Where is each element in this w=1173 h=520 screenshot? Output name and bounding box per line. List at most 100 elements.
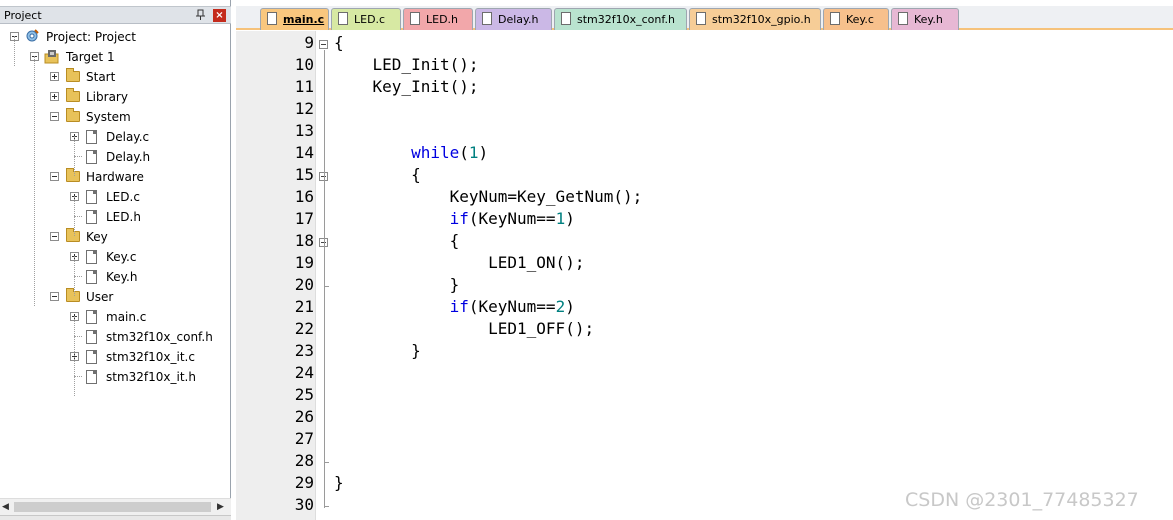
file-icon	[86, 370, 97, 384]
scroll-right-arrow-icon[interactable]: ▶	[217, 502, 227, 512]
code-token: {	[334, 33, 344, 52]
collapse-icon[interactable]	[50, 112, 59, 121]
locked-file-icon	[696, 12, 706, 25]
expand-icon[interactable]	[50, 92, 59, 101]
code-line[interactable]: KeyNum=Key_GetNum();	[334, 187, 643, 206]
tree-connector	[74, 376, 82, 377]
tree-item-label: Start	[86, 70, 116, 84]
code-token: }	[334, 275, 460, 294]
tab-label: Key.h	[914, 13, 943, 26]
file-icon	[86, 270, 97, 284]
scroll-left-arrow-icon[interactable]: ◀	[2, 502, 12, 512]
tree-item-main-c[interactable]: main.c	[0, 306, 228, 326]
file-icon	[86, 130, 97, 144]
code-token: )	[565, 209, 575, 228]
project-icon	[26, 29, 39, 42]
close-icon[interactable]: ×	[213, 9, 226, 22]
tab-label: stm32f10x_gpio.h	[712, 13, 811, 26]
collapse-icon[interactable]	[50, 172, 59, 181]
tree-connector	[74, 156, 82, 157]
project-panel: Project × Project: Project Target 1 Start L…	[0, 0, 231, 520]
code-token: KeyNum=Key_GetNum();	[334, 187, 643, 206]
file-icon	[86, 210, 97, 224]
tree-item-project-project[interactable]: Project: Project	[0, 26, 228, 46]
code-line[interactable]: LED1_OFF();	[334, 319, 594, 338]
code-token: {	[334, 165, 421, 184]
file-icon	[86, 250, 97, 264]
code-editor[interactable]: 9 10 11 12 13 14 15 16 17 18 19 20 21 22 23 24 25 26 27 28 2…	[236, 31, 1173, 520]
collapse-icon[interactable]	[50, 292, 59, 301]
code-line[interactable]: while(1)	[334, 143, 488, 162]
tree-item-label: System	[86, 110, 131, 124]
code-line[interactable]: }	[334, 341, 421, 360]
line-number: 28	[294, 451, 314, 470]
tab-label: LED.h	[426, 13, 459, 26]
keyword-token: while	[411, 143, 460, 162]
editor-tab-bar: main.c LED.c LED.h Delay.h stm32f10x_conf.h s…	[236, 6, 1173, 30]
tree-item-label: LED.h	[106, 210, 141, 224]
code-line[interactable]: if(KeyNum==2)	[334, 297, 575, 316]
number-token: 1	[555, 209, 566, 228]
tree-item-label: Hardware	[86, 170, 144, 184]
tree-item-label: Key.h	[106, 270, 138, 284]
tab-key-h[interactable]: Key.h	[891, 8, 959, 30]
line-number: 14	[294, 143, 314, 162]
tree-item-stm32f10x-it-c[interactable]: stm32f10x_it.c	[0, 346, 228, 366]
tab-led-c[interactable]: LED.c	[331, 8, 401, 30]
tree-item-label: stm32f10x_it.h	[106, 370, 196, 384]
collapse-icon[interactable]	[50, 232, 59, 241]
tab-key-c[interactable]: Key.c	[823, 8, 889, 30]
fold-collapse-icon[interactable]	[319, 40, 328, 49]
tab-label: Delay.h	[498, 13, 539, 26]
file-icon	[338, 12, 348, 25]
code-token: (KeyNum==	[468, 297, 556, 316]
tab-main-c[interactable]: main.c	[260, 8, 329, 30]
line-number: 22	[294, 319, 314, 338]
line-number: 17	[294, 209, 314, 228]
code-line[interactable]: LED1_ON();	[334, 253, 584, 272]
file-icon	[86, 350, 97, 364]
pin-icon[interactable]	[195, 9, 207, 21]
tree-item-stm32f10x-conf-h[interactable]: stm32f10x_conf.h	[0, 326, 228, 346]
expand-icon[interactable]	[50, 72, 59, 81]
code-area[interactable]: { LED_Init(); Key_Init(); while(1) { Key…	[334, 31, 1164, 520]
scrollbar-thumb[interactable]	[14, 502, 211, 512]
tree-item-label: Project: Project	[46, 30, 136, 44]
folder-open-icon	[66, 168, 80, 182]
target-icon	[44, 50, 59, 64]
tree-guide-line	[74, 196, 75, 236]
code-line[interactable]: LED_Init();	[334, 55, 479, 74]
code-line[interactable]: if(KeyNum==1)	[334, 209, 575, 228]
code-token: LED_Init();	[334, 55, 479, 74]
code-token: {	[334, 231, 460, 250]
tree-item-label: Key	[86, 230, 108, 244]
tree-item-label: Delay.c	[106, 130, 150, 144]
code-line[interactable]: {	[334, 231, 460, 250]
tree-item-stm32f10x-it-h[interactable]: stm32f10x_it.h	[0, 366, 228, 386]
tab-delay-h[interactable]: Delay.h	[475, 8, 552, 30]
code-line[interactable]: {	[334, 33, 344, 52]
code-line[interactable]: {	[334, 165, 421, 184]
code-token: Key_Init();	[334, 77, 479, 96]
tree-item-label: stm32f10x_it.c	[106, 350, 195, 364]
tab-stm32f10x-conf-h[interactable]: stm32f10x_conf.h	[554, 8, 687, 30]
code-line[interactable]: Key_Init();	[334, 77, 479, 96]
tab-led-h[interactable]: LED.h	[403, 8, 473, 30]
file-icon	[482, 12, 492, 25]
file-icon	[86, 330, 97, 344]
line-number-gutter: 9 10 11 12 13 14 15 16 17 18 19 20 21 22 23 24 25 26 27 28 2…	[236, 31, 316, 520]
code-line[interactable]: }	[334, 275, 460, 294]
line-number: 11	[294, 77, 314, 96]
tree-item-label: Key.c	[106, 250, 137, 264]
code-token: )	[565, 297, 575, 316]
line-number: 20	[294, 275, 314, 294]
keyword-token: if	[449, 209, 469, 228]
horizontal-scrollbar[interactable]: ◀ ▶	[0, 498, 231, 515]
line-number: 12	[294, 99, 314, 118]
code-token: (	[459, 143, 469, 162]
tab-stm32f10x-gpio-h[interactable]: stm32f10x_gpio.h	[689, 8, 821, 30]
code-line[interactable]: }	[334, 473, 344, 492]
line-number: 29	[294, 473, 314, 492]
